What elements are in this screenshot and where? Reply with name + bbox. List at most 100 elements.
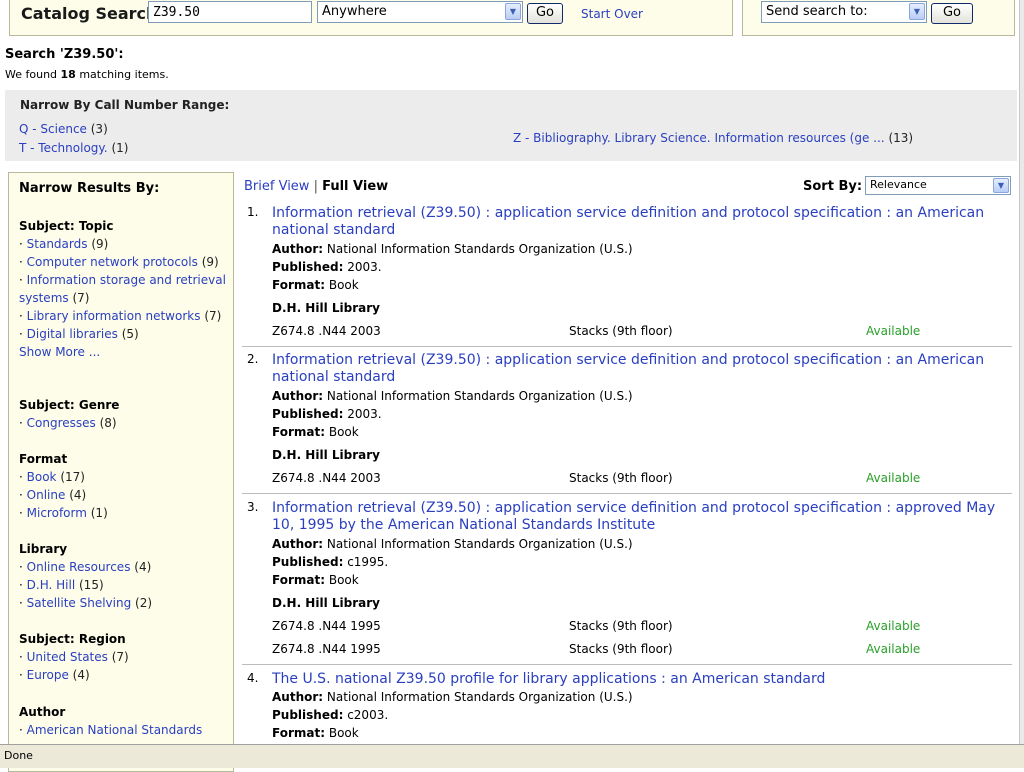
- library-label: D.H. Hill Library: [272, 448, 380, 462]
- facet-group-library: Library · Online Resources (4) · D.H. Hi…: [19, 542, 231, 612]
- author-label: Author:: [272, 242, 324, 256]
- published-label: Published:: [272, 407, 344, 421]
- facet-count: (7): [72, 291, 90, 305]
- range-link[interactable]: Z - Bibliography. Library Science. Infor…: [513, 131, 885, 145]
- result-title-link[interactable]: Information retrieval (Z39.50) : applica…: [272, 500, 1007, 534]
- facet-count: (17): [60, 470, 85, 484]
- availability-status: Available: [866, 471, 921, 485]
- format-value: Book: [328, 726, 359, 740]
- availability-status: Available: [866, 324, 921, 338]
- result-published: Published: 2003.: [272, 407, 382, 421]
- range-link[interactable]: T - Technology.: [19, 141, 108, 155]
- range-count: (13): [888, 131, 914, 145]
- facet-link[interactable]: Information storage and retrieval system…: [19, 273, 226, 305]
- facet-heading: Subject: Genre: [19, 398, 120, 412]
- published-value: c1995.: [347, 555, 389, 569]
- result-author: Author: National Information Standards O…: [272, 242, 633, 256]
- holding-row: Z674.8 .N44 1995 Stacks (9th floor) Avai…: [272, 619, 1012, 636]
- format-value: Book: [328, 425, 359, 439]
- author-value: National Information Standards Organizat…: [326, 242, 633, 256]
- facet-group-subject-genre: Subject: Genre · Congresses (8): [19, 398, 231, 432]
- facet-item: · Europe (4): [19, 668, 90, 682]
- facet-heading: Format: [19, 452, 68, 466]
- facet-count: (7): [204, 309, 222, 323]
- published-value: c2003.: [347, 708, 389, 722]
- full-view-label: Full View: [322, 179, 389, 194]
- found-prefix: We found: [5, 68, 61, 81]
- facet-link[interactable]: Online Resources: [27, 560, 131, 574]
- results-count-text: We found 18 matching items.: [5, 68, 169, 81]
- search-go-button[interactable]: Go: [527, 3, 563, 24]
- result-published: Published: c1995.: [272, 555, 388, 569]
- facet-link[interactable]: Europe: [27, 668, 69, 682]
- facet-count: (15): [79, 578, 104, 592]
- catalog-search-label: Catalog Search:: [21, 4, 164, 23]
- chevron-down-icon: ▼: [505, 3, 521, 20]
- facet-item: · D.H. Hill (15): [19, 578, 104, 592]
- scrollbar-edge[interactable]: [1019, 0, 1024, 744]
- range-link[interactable]: Q - Science: [19, 122, 87, 136]
- facet-count: (4): [72, 668, 90, 682]
- result-format: Format: Book: [272, 425, 359, 439]
- result-title-link[interactable]: Information retrieval (Z39.50) : applica…: [272, 205, 1007, 239]
- show-more-link[interactable]: Show More ...: [19, 343, 231, 361]
- range-item-bibliography: Z - Bibliography. Library Science. Infor…: [513, 131, 913, 145]
- facet-link[interactable]: Online: [27, 488, 66, 502]
- facet-link[interactable]: American National Standards: [27, 723, 203, 737]
- facet-link[interactable]: United States: [27, 650, 108, 664]
- result-author: Author: National Information Standards O…: [272, 389, 633, 403]
- published-value: 2003.: [347, 260, 382, 274]
- brief-view-link[interactable]: Brief View: [244, 179, 309, 194]
- result-title-link[interactable]: Information retrieval (Z39.50) : applica…: [272, 352, 1007, 386]
- start-over-link[interactable]: Start Over: [581, 7, 643, 21]
- result-item: 4. The U.S. national Z39.50 profile for …: [242, 671, 1012, 743]
- browser-status-bar: Done: [0, 744, 1024, 768]
- send-search-select[interactable]: Send search to: ▼: [761, 1, 927, 23]
- facet-heading: Author: [19, 705, 66, 719]
- holding-location: Stacks (9th floor): [569, 471, 673, 485]
- view-toggle: Brief View | Full View: [244, 179, 388, 194]
- result-divider: [242, 346, 1012, 347]
- holding-location: Stacks (9th floor): [569, 642, 673, 656]
- holding-row: Z674.8 .N44 2003 Stacks (9th floor) Avai…: [272, 324, 1012, 341]
- sort-select[interactable]: Relevance ▼: [865, 176, 1011, 195]
- facet-item: · Online (4): [19, 488, 87, 502]
- facet-item: · Microform (1): [19, 506, 108, 520]
- facet-count: (7): [111, 650, 129, 664]
- send-search-go-button[interactable]: Go: [931, 3, 973, 24]
- call-number: Z674.8 .N44 2003: [272, 324, 381, 338]
- facet-item: · Standards (9): [19, 237, 109, 251]
- result-format: Format: Book: [272, 726, 359, 740]
- facet-link[interactable]: Satellite Shelving: [27, 596, 132, 610]
- result-published: Published: 2003.: [272, 260, 382, 274]
- view-separator: |: [313, 179, 318, 194]
- call-number: Z674.8 .N44 2003: [272, 471, 381, 485]
- facet-link[interactable]: D.H. Hill: [27, 578, 76, 592]
- result-item: 3. Information retrieval (Z39.50) : appl…: [242, 500, 1012, 662]
- facet-link[interactable]: Microform: [27, 506, 87, 520]
- facet-link[interactable]: Library information networks: [27, 309, 201, 323]
- facet-link[interactable]: Congresses: [27, 416, 96, 430]
- facet-item: · Online Resources (4): [19, 560, 152, 574]
- facet-link[interactable]: Standards: [27, 237, 88, 251]
- call-number: Z674.8 .N44 1995: [272, 619, 381, 633]
- search-input[interactable]: [148, 1, 312, 23]
- author-label: Author:: [272, 537, 324, 551]
- range-count: (3): [90, 122, 108, 136]
- facet-link[interactable]: Digital libraries: [27, 327, 118, 341]
- facet-link[interactable]: Computer network protocols: [27, 255, 198, 269]
- library-label: D.H. Hill Library: [272, 596, 380, 610]
- author-value: National Information Standards Organizat…: [326, 389, 633, 403]
- result-divider: [242, 493, 1012, 494]
- result-format: Format: Book: [272, 573, 359, 587]
- result-item: 1. Information retrieval (Z39.50) : appl…: [242, 205, 1012, 345]
- search-scope-select[interactable]: Anywhere ▼: [317, 1, 523, 23]
- published-label: Published:: [272, 708, 344, 722]
- facet-link[interactable]: Book: [27, 470, 57, 484]
- result-title-link[interactable]: The U.S. national Z39.50 profile for lib…: [272, 671, 1007, 688]
- facet-item: · United States (7): [19, 650, 129, 664]
- format-value: Book: [328, 573, 359, 587]
- result-number: 4.: [247, 671, 259, 685]
- call-number-range-panel: Narrow By Call Number Range: Q - Science…: [5, 90, 1017, 161]
- library-name: D.H. Hill Library: [272, 301, 380, 315]
